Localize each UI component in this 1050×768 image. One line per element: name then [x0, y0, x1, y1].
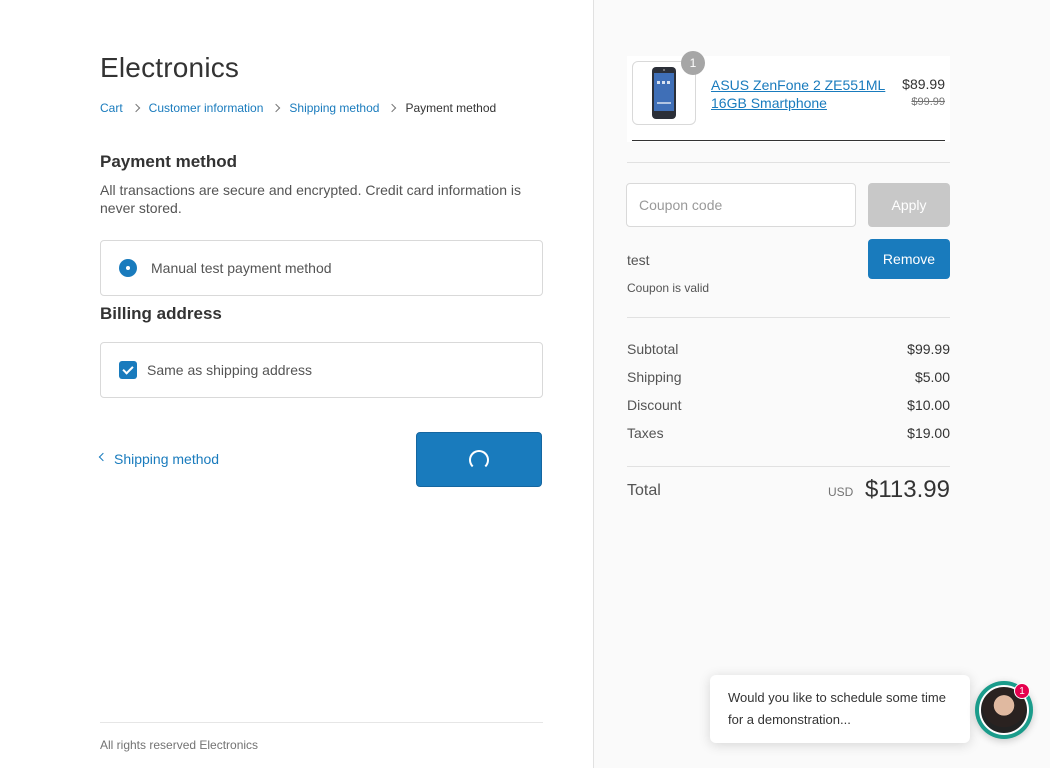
- subtotal-value: $99.99: [907, 341, 950, 357]
- billing-address-title: Billing address: [100, 304, 222, 323]
- taxes-value: $19.00: [907, 425, 950, 441]
- chat-message-bubble[interactable]: Would you like to schedule some time for…: [710, 675, 970, 743]
- breadcrumb-shipping-method[interactable]: Shipping method: [289, 101, 379, 115]
- billing-same-as-shipping-option[interactable]: Same as shipping address: [100, 342, 543, 398]
- shipping-value: $5.00: [914, 369, 950, 385]
- summary-divider: [627, 317, 950, 318]
- chat-unread-badge: 1: [1014, 683, 1030, 699]
- payment-method-radio[interactable]: [119, 259, 137, 277]
- total-label: Total: [627, 482, 661, 499]
- product-name-link[interactable]: ASUS ZenFone 2 ZE551ML 16GB Smartphone: [711, 76, 891, 112]
- chevron-right-icon: [388, 103, 397, 113]
- loading-spinner-icon: [469, 449, 489, 470]
- shipping-label: Shipping: [627, 369, 682, 385]
- summary-divider: [627, 162, 950, 163]
- product-quantity-badge: 1: [681, 51, 705, 75]
- coupon-code-input[interactable]: [626, 183, 856, 227]
- total-value: $113.99: [865, 476, 950, 503]
- breadcrumb-cart[interactable]: Cart: [100, 101, 123, 115]
- payment-method-option-label: Manual test payment method: [151, 260, 332, 276]
- chevron-left-icon: [98, 452, 108, 462]
- apply-coupon-button[interactable]: Apply: [868, 183, 950, 227]
- footer-text: All rights reserved Electronics: [100, 738, 259, 752]
- total-currency: USD: [828, 485, 854, 499]
- remove-coupon-button[interactable]: Remove: [868, 239, 950, 279]
- complete-order-button[interactable]: [416, 432, 542, 487]
- breadcrumb-customer-information[interactable]: Customer information: [149, 101, 264, 115]
- breadcrumb-payment-method: Payment method: [405, 101, 497, 115]
- product-line-item: 1 ASUS ZenFone 2 ZE551ML 16GB Smartphone…: [627, 51, 950, 142]
- back-to-shipping-method-link[interactable]: Shipping method: [98, 451, 220, 467]
- payment-method-title: Payment method: [100, 152, 237, 171]
- smartphone-icon: [652, 67, 676, 119]
- taxes-row: Taxes $19.00: [627, 425, 950, 441]
- same-as-shipping-checkbox[interactable]: [119, 361, 137, 379]
- payment-method-option[interactable]: Manual test payment method: [100, 240, 543, 296]
- discount-label: Discount: [627, 397, 682, 413]
- taxes-label: Taxes: [627, 425, 664, 441]
- footer-divider: [100, 722, 543, 723]
- same-as-shipping-label: Same as shipping address: [147, 362, 312, 378]
- breadcrumb: Cart Customer information Shipping metho…: [100, 101, 496, 115]
- subtotal-row: Subtotal $99.99: [627, 341, 950, 357]
- product-original-price: $99.99: [911, 96, 945, 108]
- shop-title[interactable]: Electronics: [100, 52, 239, 84]
- coupon-status: Coupon is valid: [627, 281, 710, 295]
- main-panel: Electronics Cart Customer information Sh…: [0, 0, 594, 768]
- chevron-right-icon: [272, 103, 281, 113]
- shipping-row: Shipping $5.00: [627, 369, 950, 385]
- payment-method-description: All transactions are secure and encrypte…: [100, 182, 521, 216]
- chevron-right-icon: [131, 103, 140, 113]
- product-price: $89.99: [902, 76, 945, 92]
- discount-value: $10.00: [907, 397, 950, 413]
- subtotal-label: Subtotal: [627, 341, 679, 357]
- product-divider: [632, 140, 945, 141]
- applied-coupon-code: test: [627, 252, 650, 268]
- back-link-label: Shipping method: [114, 451, 220, 467]
- total-divider: [627, 466, 950, 467]
- discount-row: Discount $10.00: [627, 397, 950, 413]
